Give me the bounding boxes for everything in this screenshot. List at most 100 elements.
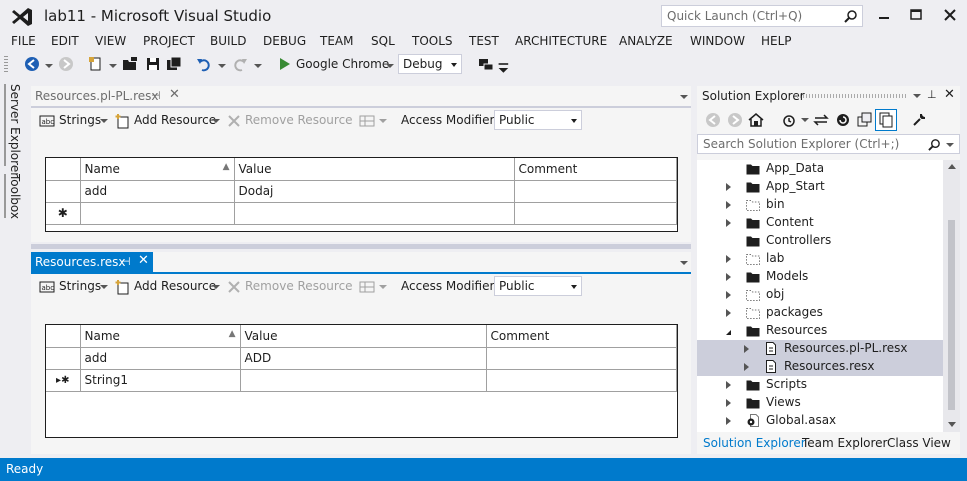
views-icon[interactable] bbox=[359, 113, 375, 129]
tab-list-dropdown-icon[interactable] bbox=[680, 95, 688, 99]
column-header-value[interactable]: Value bbox=[240, 325, 487, 348]
tab-class-view[interactable]: Class View bbox=[887, 436, 951, 450]
close-tab-icon[interactable]: ✕ bbox=[138, 253, 149, 268]
name-cell[interactable] bbox=[80, 202, 235, 225]
tree-scrollbar[interactable] bbox=[943, 160, 960, 432]
menu-analyze[interactable]: ANALYZE bbox=[619, 34, 673, 48]
new-project-icon[interactable] bbox=[88, 56, 104, 72]
show-all-files-button[interactable] bbox=[875, 109, 897, 131]
save-all-icon[interactable] bbox=[166, 56, 182, 72]
strings-dropdown-icon[interactable] bbox=[100, 285, 108, 289]
pin-icon[interactable]: ⊣ bbox=[151, 89, 161, 102]
column-header-value[interactable]: Value bbox=[234, 158, 515, 181]
tree-item[interactable]: App_Data bbox=[697, 160, 943, 178]
add-resource-dropdown-icon[interactable] bbox=[212, 285, 220, 289]
collapsed-arrow-icon[interactable] bbox=[726, 309, 731, 317]
back-dropdown-icon[interactable] bbox=[45, 64, 53, 68]
table-row[interactable]: ▸✱ String1 bbox=[46, 369, 677, 392]
name-cell[interactable]: add bbox=[80, 180, 235, 203]
menu-architecture[interactable]: ARCHITECTURE bbox=[515, 34, 607, 48]
forward-icon[interactable] bbox=[58, 56, 74, 72]
table-row[interactable]: ✱ bbox=[46, 202, 677, 225]
menu-tools[interactable]: TOOLS bbox=[412, 34, 453, 48]
run-target-label[interactable]: Google Chrome bbox=[296, 57, 389, 71]
table-row[interactable]: add Dodaj bbox=[46, 180, 677, 203]
tab-list-dropdown-icon[interactable] bbox=[680, 261, 688, 265]
value-cell[interactable] bbox=[240, 369, 487, 392]
tab-team-explorer[interactable]: Team Explorer bbox=[802, 436, 888, 450]
tree-item[interactable]: Views bbox=[697, 394, 943, 412]
menu-edit[interactable]: EDIT bbox=[51, 34, 79, 48]
configuration-select[interactable]: Debug bbox=[398, 54, 462, 74]
toolbar-overflow-icon[interactable] bbox=[497, 60, 513, 76]
tree-item[interactable]: Controllers bbox=[697, 232, 943, 250]
access-modifier-select[interactable]: Public bbox=[494, 276, 582, 296]
collapsed-arrow-icon[interactable] bbox=[726, 417, 731, 425]
tree-item[interactable]: Scripts bbox=[697, 376, 943, 394]
close-panel-icon[interactable]: ✕ bbox=[944, 87, 955, 102]
tree-item[interactable]: Global.asax bbox=[697, 412, 943, 430]
panel-options-icon[interactable] bbox=[913, 94, 921, 98]
collapsed-arrow-icon[interactable] bbox=[744, 345, 749, 353]
scroll-up-icon[interactable] bbox=[948, 164, 956, 169]
column-header-comment[interactable]: Comment bbox=[514, 158, 677, 181]
expanded-arrow-icon[interactable] bbox=[726, 325, 731, 335]
quick-launch-input[interactable]: Quick Launch (Ctrl+Q) bbox=[661, 5, 863, 27]
pending-changes-filter-icon[interactable] bbox=[781, 112, 797, 128]
remove-resource-button[interactable]: Remove Resource bbox=[245, 279, 353, 293]
attach-process-icon[interactable] bbox=[478, 56, 494, 72]
column-header-comment[interactable]: Comment bbox=[486, 325, 677, 348]
collapsed-arrow-icon[interactable] bbox=[726, 219, 731, 227]
tab-toolbox[interactable]: Toolbox bbox=[8, 174, 22, 219]
add-resource-dropdown-icon[interactable] bbox=[212, 119, 220, 123]
tree-item[interactable]: Content bbox=[697, 214, 943, 232]
open-file-icon[interactable] bbox=[122, 56, 138, 72]
start-debugging-icon[interactable] bbox=[277, 56, 293, 72]
menu-file[interactable]: FILE bbox=[11, 34, 36, 48]
collapsed-arrow-icon[interactable] bbox=[726, 273, 731, 281]
comment-cell[interactable] bbox=[486, 347, 677, 370]
panel-grip[interactable] bbox=[797, 94, 907, 98]
tree-item[interactable]: Resources.resx bbox=[697, 358, 943, 376]
tree-item[interactable]: lab bbox=[697, 250, 943, 268]
views-dropdown-icon[interactable] bbox=[379, 285, 387, 289]
tab-solution-explorer[interactable]: Solution Explorer bbox=[703, 436, 806, 450]
collapsed-arrow-icon[interactable] bbox=[726, 201, 731, 209]
home-icon[interactable] bbox=[748, 112, 764, 128]
undo-dropdown-icon[interactable] bbox=[218, 64, 226, 68]
new-project-dropdown-icon[interactable] bbox=[109, 64, 117, 68]
tab-resources[interactable]: Resources.resx bbox=[31, 252, 153, 274]
menu-team[interactable]: TEAM bbox=[320, 34, 353, 48]
menu-project[interactable]: PROJECT bbox=[143, 34, 195, 48]
run-target-dropdown-icon[interactable] bbox=[386, 64, 394, 68]
column-header-name[interactable]: Name ▲ bbox=[80, 158, 235, 181]
add-resource-button[interactable]: Add Resource bbox=[134, 279, 216, 293]
redo-dropdown-icon[interactable] bbox=[254, 64, 262, 68]
remove-resource-button[interactable]: Remove Resource bbox=[245, 113, 353, 127]
save-icon[interactable] bbox=[145, 56, 161, 72]
maximize-icon[interactable] bbox=[906, 6, 926, 24]
menu-view[interactable]: VIEW bbox=[95, 34, 126, 48]
forward-icon[interactable] bbox=[727, 112, 743, 128]
menu-sql[interactable]: SQL bbox=[371, 34, 395, 48]
strings-button[interactable]: Strings bbox=[59, 113, 101, 127]
undo-icon[interactable] bbox=[196, 56, 212, 72]
tree-item[interactable]: obj bbox=[697, 286, 943, 304]
tree-item[interactable]: Resources bbox=[697, 322, 943, 340]
comment-cell[interactable] bbox=[514, 180, 677, 203]
close-icon[interactable] bbox=[940, 6, 960, 24]
name-cell[interactable]: add bbox=[80, 347, 241, 370]
search-options-dropdown-icon[interactable] bbox=[946, 143, 954, 147]
add-resource-button[interactable]: Add Resource bbox=[134, 113, 216, 127]
collapsed-arrow-icon[interactable] bbox=[726, 399, 731, 407]
views-dropdown-icon[interactable] bbox=[379, 119, 387, 123]
access-modifier-select[interactable]: Public bbox=[494, 110, 582, 130]
tree-item[interactable]: App_Start bbox=[697, 178, 943, 196]
properties-wrench-icon[interactable] bbox=[911, 112, 927, 128]
tree-item[interactable]: Resources.pl-PL.resx bbox=[697, 340, 943, 358]
back-icon[interactable] bbox=[24, 56, 40, 72]
menu-debug[interactable]: DEBUG bbox=[263, 34, 306, 48]
table-row[interactable]: add ADD bbox=[46, 347, 677, 370]
menu-window[interactable]: WINDOW bbox=[690, 34, 745, 48]
collapsed-arrow-icon[interactable] bbox=[726, 291, 731, 299]
